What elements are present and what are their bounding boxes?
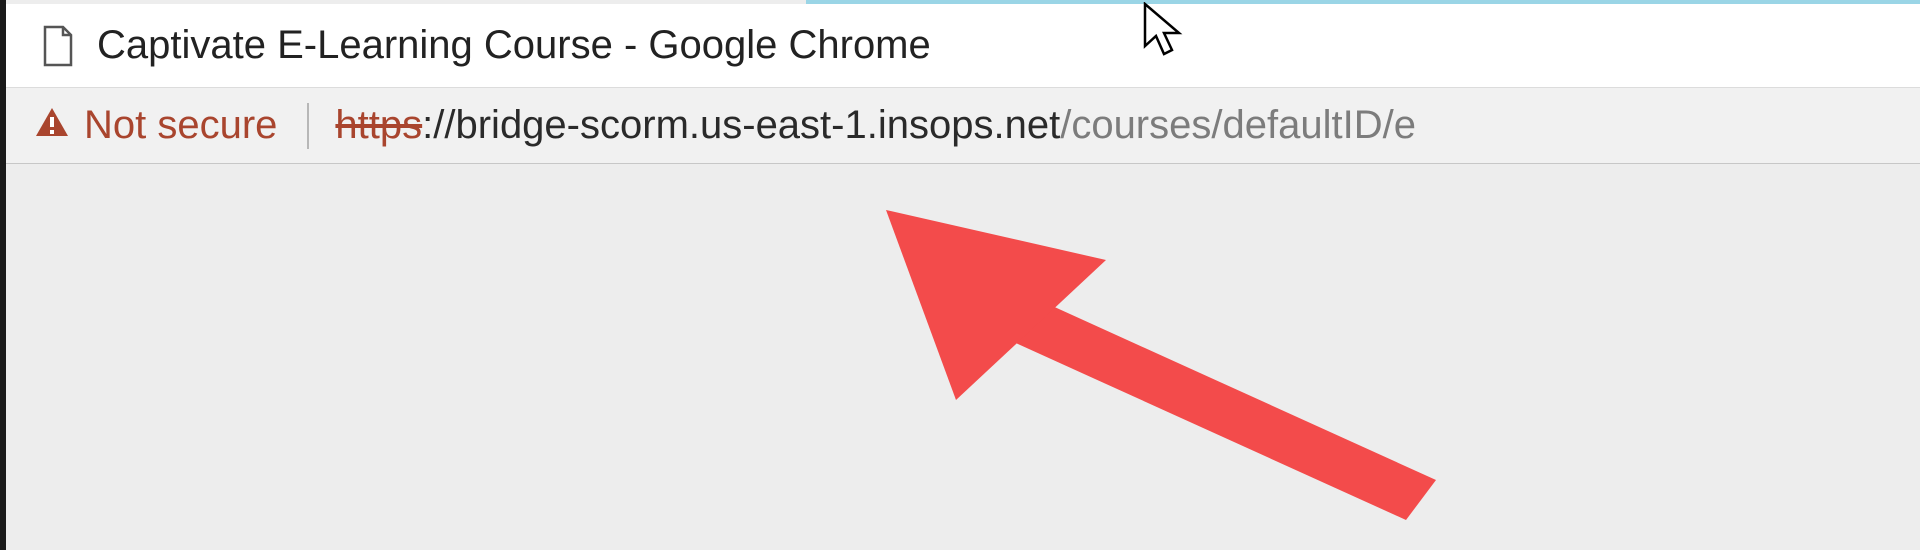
- url-display[interactable]: https://bridge-scorm.us-east-1.insops.ne…: [335, 103, 1920, 148]
- title-bar[interactable]: Captivate E-Learning Course - Google Chr…: [6, 4, 1920, 88]
- browser-window: Captivate E-Learning Course - Google Chr…: [0, 0, 1920, 550]
- url-separator: ://: [422, 103, 455, 148]
- url-path: /courses/defaultID/e: [1060, 103, 1416, 148]
- window-title: Captivate E-Learning Course - Google Chr…: [97, 23, 931, 68]
- page-content: [6, 164, 1920, 550]
- address-divider: [307, 103, 309, 149]
- address-bar[interactable]: Not secure https://bridge-scorm.us-east-…: [6, 88, 1920, 164]
- security-indicator[interactable]: Not secure: [34, 103, 277, 148]
- page-icon: [41, 25, 75, 67]
- security-label: Not secure: [84, 103, 277, 148]
- url-host: bridge-scorm.us-east-1.insops.net: [455, 103, 1060, 148]
- url-scheme: https: [335, 103, 422, 148]
- warning-triangle-icon: [34, 106, 70, 145]
